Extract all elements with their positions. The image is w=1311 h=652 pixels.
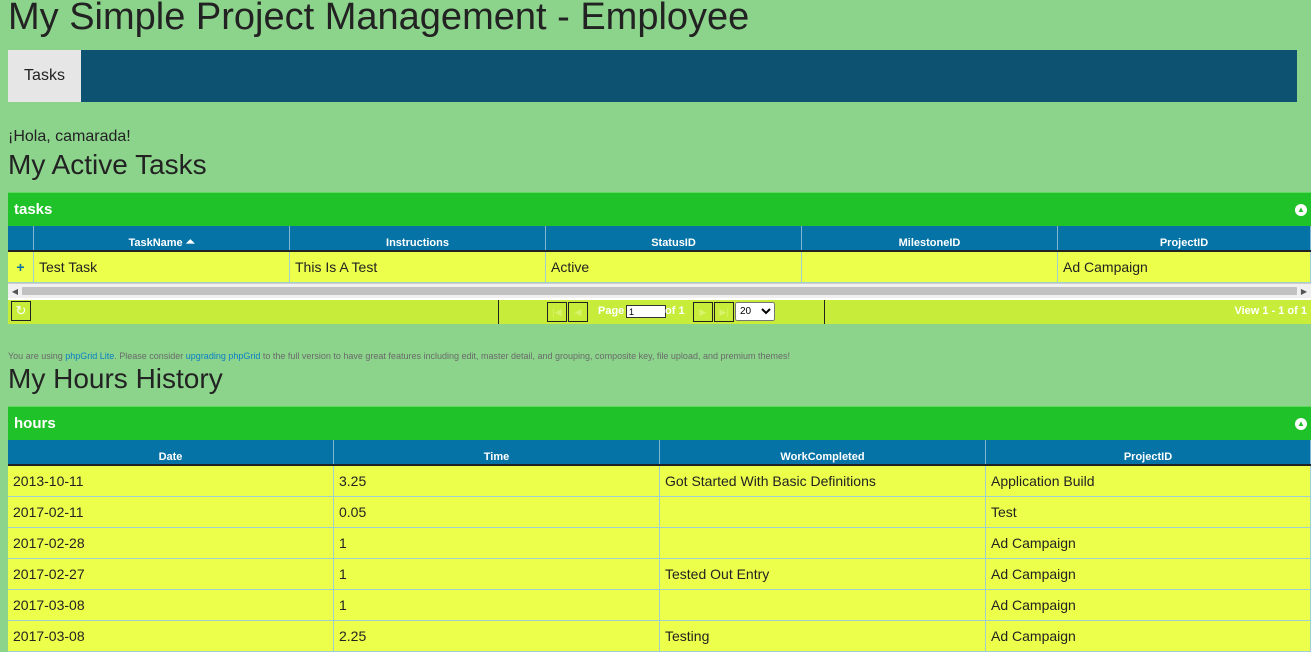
table-row[interactable]: 2017-02-27 1 Tested Out Entry Ad Campaign	[8, 559, 1311, 590]
table-row[interactable]: 2013-10-11 3.25 Got Started With Basic Def…	[8, 466, 1311, 497]
cell-projectid: Ad Campaign	[986, 559, 1311, 589]
last-page-icon[interactable]: ▶|	[714, 302, 734, 322]
pager-divider	[498, 300, 499, 324]
pager-divider	[824, 300, 825, 324]
expand-row-icon[interactable]: +	[8, 252, 34, 282]
table-row[interactable]: + Test Task This Is A Test Active Ad Cam…	[8, 252, 1311, 283]
cell-projectid: Test	[986, 497, 1311, 527]
cell-projectid: Ad Campaign	[1058, 252, 1311, 282]
cell-time: 1	[334, 559, 660, 589]
hours-grid-body: 2013-10-11 3.25 Got Started With Basic Def…	[8, 466, 1311, 652]
hours-grid: hours ▲ Date Time WorkCompleted ProjectI…	[8, 406, 1311, 652]
cell-projectid: Application Build	[986, 466, 1311, 496]
table-row[interactable]: 2017-03-08 1 Ad Campaign	[8, 590, 1311, 621]
cell-workcompleted	[660, 528, 986, 558]
tasks-grid-header: TaskName ⏶ Instructions StatusID Milesto…	[8, 226, 1311, 252]
tasks-pager: ↻ |◀ ◀ Page of 1 ▶ ▶| 20 View 1 - 1 of 1	[8, 298, 1311, 324]
cell-time: 1	[334, 528, 660, 558]
cell-date: 2017-03-08	[8, 621, 334, 651]
scrollbar-thumb[interactable]	[22, 287, 1297, 295]
table-row[interactable]: 2017-02-28 1 Ad Campaign	[8, 528, 1311, 559]
hours-grid-caption: hours ▲	[8, 406, 1311, 440]
cell-date: 2017-02-28	[8, 528, 334, 558]
cell-statusid: Active	[546, 252, 802, 282]
hours-grid-title: hours	[14, 415, 56, 432]
cell-time: 0.05	[334, 497, 660, 527]
cell-time: 3.25	[334, 466, 660, 496]
column-header-workcompleted[interactable]: WorkCompleted	[660, 440, 986, 464]
prev-page-icon[interactable]: ◀	[568, 302, 588, 322]
phpgrid-notice: You are using phpGrid Lite. Please consi…	[8, 351, 790, 361]
cell-workcompleted	[660, 590, 986, 620]
cell-workcompleted: Tested Out Entry	[660, 559, 986, 589]
sort-asc-icon: ⏶	[185, 236, 195, 248]
cell-workcompleted: Testing	[660, 621, 986, 651]
cell-date: 2017-02-11	[8, 497, 334, 527]
page-count-label: of 1	[665, 305, 685, 317]
tasks-grid: tasks ▲ TaskName ⏶ Instructions StatusID…	[8, 192, 1311, 324]
column-header-date[interactable]: Date	[8, 440, 334, 464]
cell-date: 2017-03-08	[8, 590, 334, 620]
cell-instructions: This Is A Test	[290, 252, 546, 282]
cell-projectid: Ad Campaign	[986, 621, 1311, 651]
horizontal-scrollbar[interactable]: ◀ ▶	[8, 283, 1311, 298]
column-header-projectid[interactable]: ProjectID	[1058, 226, 1311, 250]
cell-time: 1	[334, 590, 660, 620]
cell-projectid: Ad Campaign	[986, 590, 1311, 620]
tasks-grid-title: tasks	[14, 201, 53, 218]
table-row[interactable]: 2017-03-08 2.25 Testing Ad Campaign	[8, 621, 1311, 652]
column-header-taskname[interactable]: TaskName ⏶	[34, 226, 290, 250]
refresh-icon[interactable]: ↻	[11, 301, 31, 321]
column-header-statusid[interactable]: StatusID	[546, 226, 802, 250]
column-header-projectid[interactable]: ProjectID	[986, 440, 1311, 464]
scroll-right-icon[interactable]: ▶	[1297, 284, 1311, 298]
collapse-icon[interactable]: ▲	[1295, 203, 1307, 216]
first-page-icon[interactable]: |◀	[547, 302, 567, 322]
phpgrid-lite-link[interactable]: phpGrid Lite	[65, 351, 114, 361]
view-records-info: View 1 - 1 of 1	[1234, 305, 1307, 317]
rows-per-page-select[interactable]: 20	[735, 302, 775, 321]
main-navbar: Tasks	[8, 50, 1297, 102]
cell-workcompleted	[660, 497, 986, 527]
column-header-time[interactable]: Time	[334, 440, 660, 464]
hours-grid-header: Date Time WorkCompleted ProjectID	[8, 440, 1311, 466]
cell-date: 2013-10-11	[8, 466, 334, 496]
column-header-instructions[interactable]: Instructions	[290, 226, 546, 250]
scroll-left-icon[interactable]: ◀	[8, 284, 22, 298]
cell-time: 2.25	[334, 621, 660, 651]
upgrade-phpgrid-link[interactable]: upgrading phpGrid	[186, 351, 261, 361]
collapse-icon[interactable]: ▲	[1295, 417, 1307, 430]
active-tasks-heading: My Active Tasks	[8, 149, 207, 180]
greeting-text: ¡Hola, camarada!	[8, 128, 131, 145]
hours-history-heading: My Hours History	[8, 363, 223, 394]
expand-column-header	[8, 226, 34, 250]
table-row[interactable]: 2017-02-11 0.05 Test	[8, 497, 1311, 528]
column-header-milestoneid[interactable]: MilestoneID	[802, 226, 1058, 250]
page-label: Page	[598, 305, 625, 317]
cell-projectid: Ad Campaign	[986, 528, 1311, 558]
cell-workcompleted: Got Started With Basic Definitions	[660, 466, 986, 496]
nav-tab-tasks[interactable]: Tasks	[8, 50, 81, 102]
next-page-icon[interactable]: ▶	[693, 302, 713, 322]
cell-taskname: Test Task	[34, 252, 290, 282]
cell-milestoneid	[802, 252, 1058, 282]
tasks-grid-caption: tasks ▲	[8, 192, 1311, 226]
page-number-input[interactable]	[626, 305, 666, 318]
cell-date: 2017-02-27	[8, 559, 334, 589]
page-title: My Simple Project Management - Employee	[8, 0, 750, 38]
